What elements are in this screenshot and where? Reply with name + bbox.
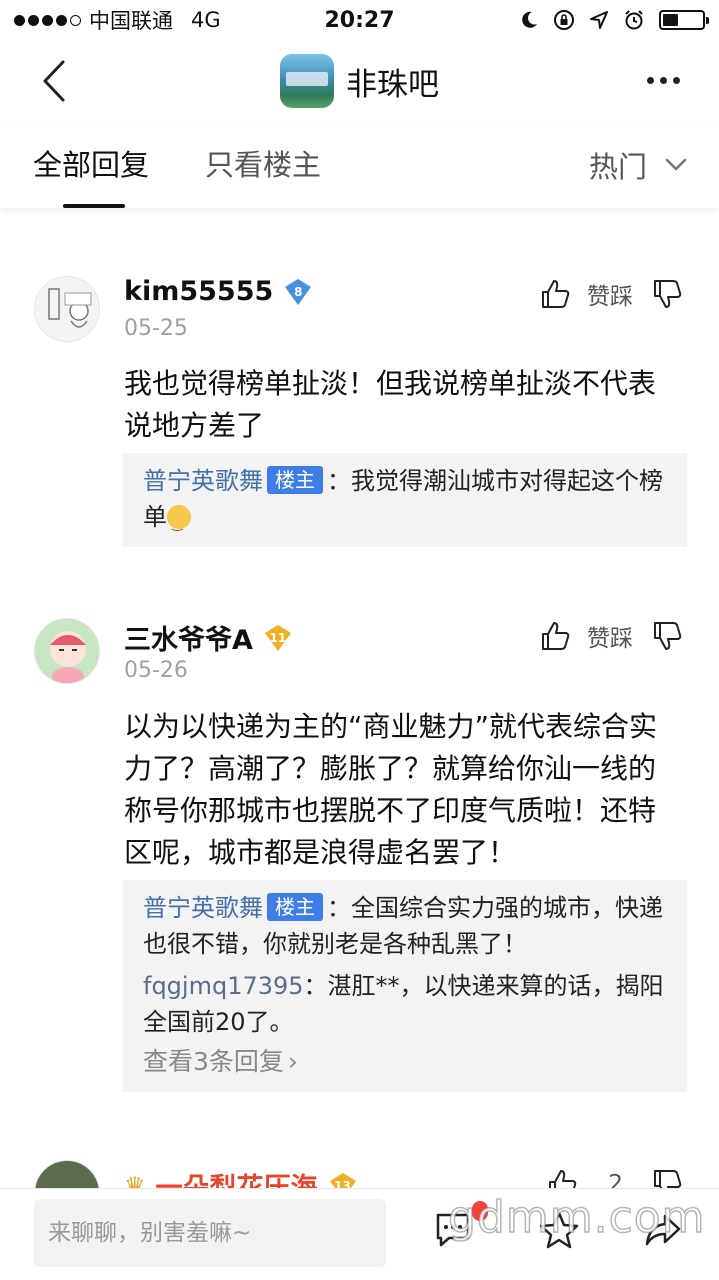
username[interactable]: 一朵梨花压海 [156,1166,318,1188]
forum-name: 非珠吧 [346,66,439,103]
favorite-button[interactable] [536,1207,582,1253]
quoted-reply: 普宁英歌舞 楼主 ：全国综合实力强的城市，快递也很不错，你就别老是各种乱黑了！ [143,890,667,962]
bottom-toolbar [0,1188,719,1280]
tab-all-replies[interactable]: 全部回复 [33,122,149,208]
chevron-down-icon [665,158,687,171]
back-button[interactable] [34,56,74,106]
reply-list: kim55555 8 05-25 赞踩 我也觉得榜单扯淡！但我说榜单扯淡不代表说… [0,208,719,1188]
share-button[interactable] [640,1207,686,1253]
quoted-username[interactable]: fqgjmq17395 [143,972,304,1000]
comment-input[interactable] [34,1199,386,1267]
quoted-username[interactable]: 普宁英歌舞 [143,467,263,495]
more-replies-label: 查看3条回复 [143,1047,284,1076]
moon-icon [522,11,537,28]
comment-button[interactable] [430,1201,488,1253]
op-badge: 楼主 [267,893,323,921]
post-date: 05-26 [124,658,188,683]
carrier-name: 中国联通 [89,9,173,33]
username[interactable]: 三水爷爷A [124,618,253,657]
thumbs-down-icon[interactable] [649,618,685,654]
like-dislike-label: 赞踩 [587,626,633,652]
post-date: 05-25 [124,316,188,341]
comment-icon [436,1213,470,1247]
quoted-reply: fqgjmq17395：湛肛**，以快递来算的话，揭阳全国前20了。 [143,968,667,1040]
level-badge: 13 [328,1171,358,1188]
sort-dropdown[interactable]: 热门 [589,122,687,208]
avatar[interactable] [34,276,100,342]
share-icon [645,1214,681,1246]
forum-title-link[interactable]: 非珠吧 [280,54,439,108]
thumbs-up-icon[interactable] [544,1166,580,1188]
post-content: 以为以快递为主的“商业魅力”就代表综合实力了？高潮了？膨胀了？就算给你汕一线的称… [124,710,658,869]
op-badge: 楼主 [267,466,323,494]
thumbs-up-icon[interactable] [537,276,573,312]
post-content: 我也觉得榜单扯淡！但我说榜单扯淡不代表说地方差了 [124,367,657,442]
nav-header: 非珠吧 [0,40,719,122]
quoted-reply: 普宁英歌舞 楼主 ：我觉得潮汕城市对得起这个榜单 [143,463,667,543]
view-more-replies-link[interactable]: 查看3条回复 › [143,1044,667,1080]
reply-quote-box[interactable]: 普宁英歌舞 楼主 ：全国综合实力强的城市，快递也很不错，你就别老是各种乱黑了！ fq… [123,880,687,1092]
reply-quote-box[interactable]: 普宁英歌舞 楼主 ：我觉得潮汕城市对得起这个榜单 [123,453,687,547]
forum-logo [280,54,334,108]
reply-tabs: 全部回复 只看楼主 热门 [0,122,719,208]
crown-icon: ♛ [124,1171,146,1189]
status-bar: 中国联通 4G 20:27 [0,0,719,40]
location-icon [590,11,608,29]
alarm-icon [625,10,643,30]
avatar[interactable] [34,1160,100,1188]
signal-strength-icon [14,14,81,26]
username[interactable]: kim55555 [124,276,273,307]
more-options-button[interactable] [641,58,685,102]
smiley-emoji-icon [167,505,191,543]
thumbs-down-icon[interactable] [649,1166,685,1188]
rotation-lock-icon [554,10,574,30]
battery-icon [659,10,709,30]
thumbs-up-icon[interactable] [537,618,573,654]
thumbs-down-icon[interactable] [649,276,685,312]
chevron-right-icon: › [287,1047,298,1076]
level-badge: 11 [263,623,293,653]
like-count: 2 [608,1171,623,1188]
sort-label: 热门 [588,150,647,184]
star-icon [539,1211,579,1249]
quoted-username[interactable]: 普宁英歌舞 [143,894,263,922]
network-type: 4G [191,8,221,32]
like-dislike-label: 赞踩 [587,284,633,310]
notification-badge [471,1201,488,1221]
level-badge: 8 [283,277,313,307]
avatar[interactable] [34,618,100,684]
tab-op-only[interactable]: 只看楼主 [205,122,321,208]
chevron-left-icon [43,60,65,102]
